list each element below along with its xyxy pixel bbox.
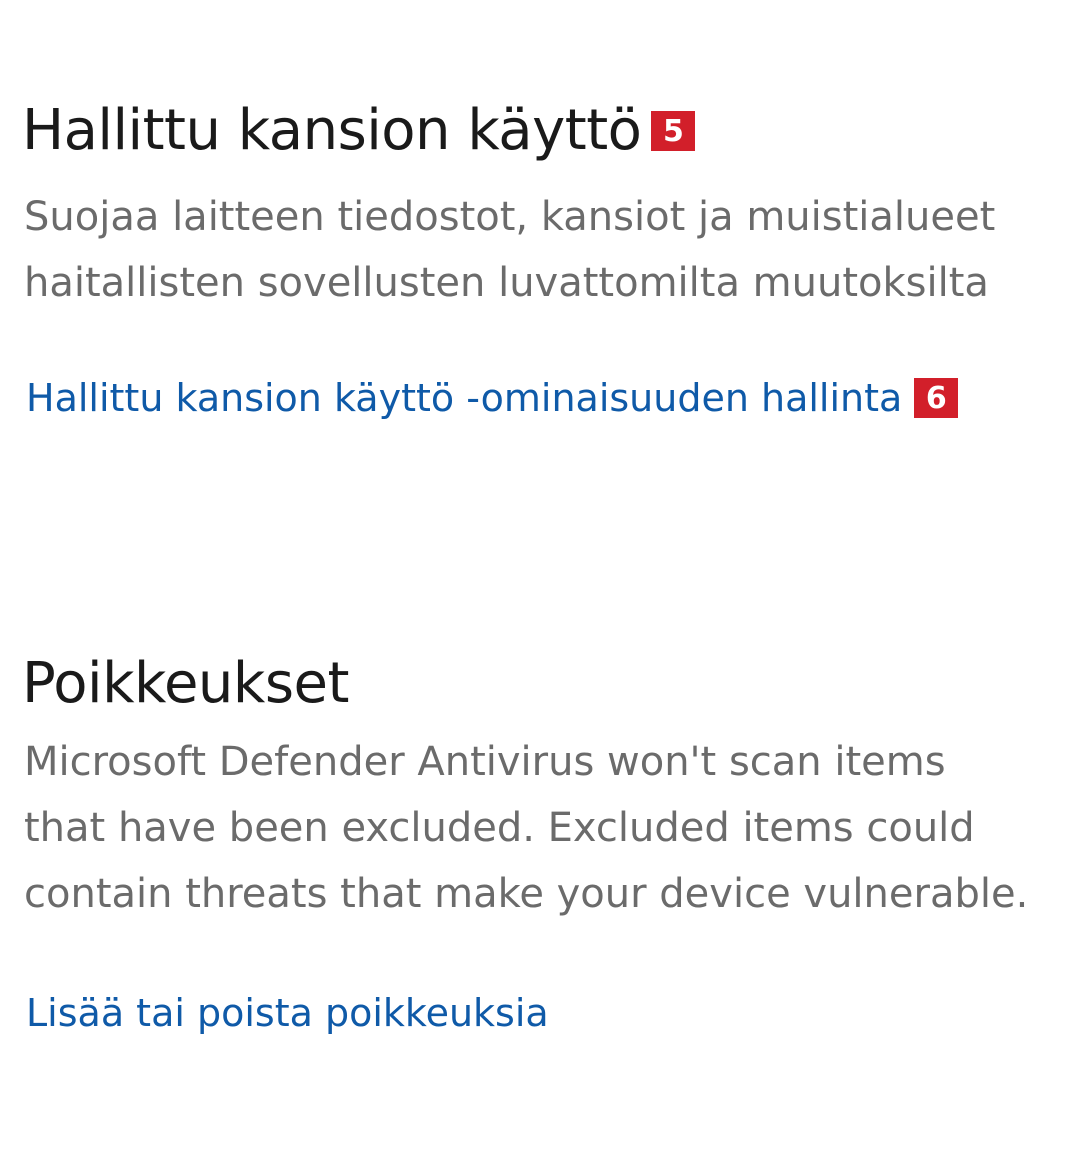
exclusions-link-row: Lisää tai poista poikkeuksia [22,983,1068,1043]
controlled-folder-access-heading-row: Hallittu kansion käyttö 5 [22,92,1068,170]
annotation-badge-6: 6 [914,378,959,418]
exclusions-description-line-2: that have been excluded. Excluded items … [24,805,975,851]
exclusions-heading-row: Poikkeukset [22,645,1068,723]
controlled-folder-access-description-line-2: haitallisten sovellusten luvattomilta mu… [24,260,989,306]
controlled-folder-access-section: Hallittu kansion käyttö 5 Suojaa laittee… [22,92,1068,428]
add-or-remove-exclusions-link[interactable]: Lisää tai poista poikkeuksia [22,983,549,1043]
exclusions-section: Poikkeukset Microsoft Defender Antivirus… [22,645,1068,1043]
exclusions-description-line-1: Microsoft Defender Antivirus won't scan … [24,739,946,785]
controlled-folder-access-link-row: Hallittu kansion käyttö -ominaisuuden ha… [22,368,1068,428]
controlled-folder-access-title: Hallittu kansion käyttö [22,98,642,163]
exclusions-title: Poikkeukset [22,651,349,716]
exclusions-description-line-3: contain threats that make your device vu… [24,871,1029,917]
manage-controlled-folder-access-link[interactable]: Hallittu kansion käyttö -ominaisuuden ha… [22,368,902,428]
annotation-badge-5: 5 [651,111,696,151]
controlled-folder-access-description-line-1: Suojaa laitteen tiedostot, kansiot ja mu… [24,194,996,240]
